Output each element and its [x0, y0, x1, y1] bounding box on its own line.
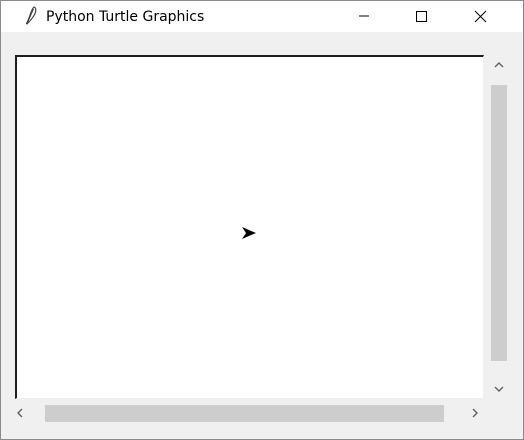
close-icon: [474, 10, 487, 23]
minimize-icon: [359, 15, 369, 17]
turtle-arrow-icon: [241, 225, 257, 239]
vertical-scrollbar[interactable]: [488, 54, 508, 400]
maximize-icon: [416, 11, 427, 22]
feather-icon: [23, 6, 39, 26]
chevron-left-icon: [17, 408, 23, 418]
window-client-area: [1, 32, 523, 439]
horizontal-scrollbar[interactable]: [1, 402, 488, 424]
scroll-up-button[interactable]: [488, 56, 508, 74]
horizontal-scroll-thumb[interactable]: [45, 405, 444, 422]
scroll-right-button[interactable]: [466, 404, 484, 422]
chevron-down-icon: [494, 386, 504, 392]
title-bar[interactable]: Python Turtle Graphics: [1, 1, 523, 32]
chevron-up-icon: [494, 62, 504, 68]
window-title: Python Turtle Graphics: [46, 9, 205, 25]
minimize-button[interactable]: [335, 1, 393, 32]
turtle-window: Python Turtle Graphics: [0, 0, 524, 440]
scrollbar-corner: [488, 402, 508, 424]
close-button[interactable]: [451, 1, 509, 32]
scroll-down-button[interactable]: [488, 380, 508, 398]
chevron-right-icon: [472, 408, 478, 418]
maximize-button[interactable]: [393, 1, 451, 32]
turtle-canvas[interactable]: [15, 55, 484, 399]
vertical-scroll-thumb[interactable]: [491, 85, 507, 361]
scroll-left-button[interactable]: [11, 404, 29, 422]
